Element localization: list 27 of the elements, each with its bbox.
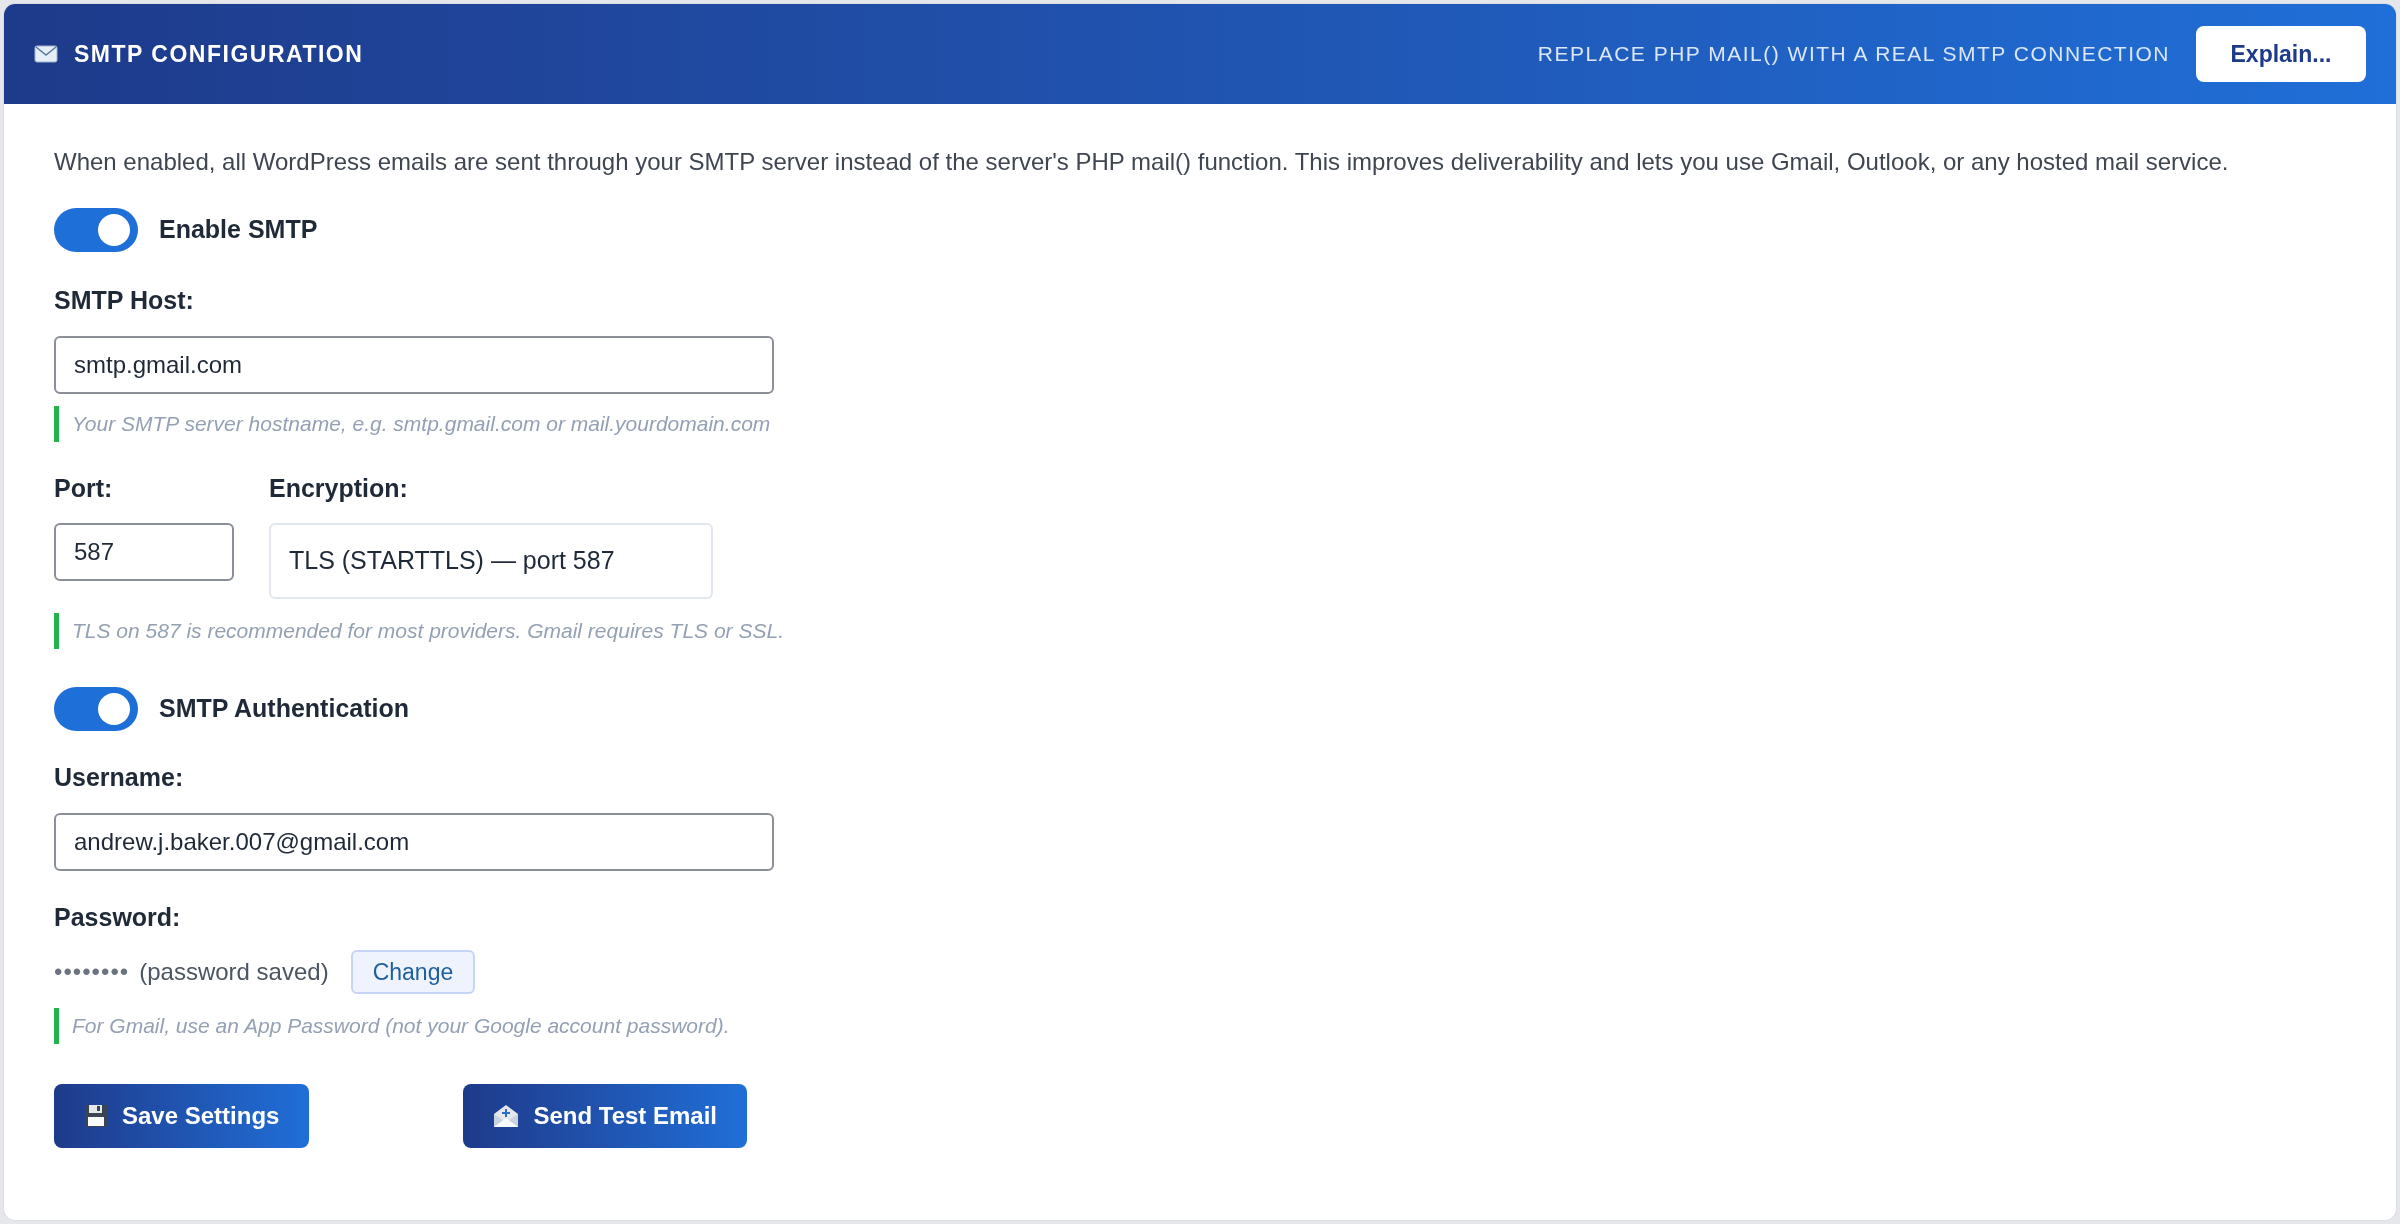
encryption-select[interactable]: TLS (STARTTLS) — port 587 xyxy=(269,523,713,599)
panel-tagline: REPLACE PHP MAIL() WITH A REAL SMTP CONNECTION xyxy=(1537,41,2170,68)
field-label: Port: xyxy=(54,472,114,504)
hint-text: Your SMTP server hostname, e.g. smtp.gmail.com or mail.yourdomain.com xyxy=(72,410,771,437)
hint-text: For Gmail, use an App Password (not your Google account password). xyxy=(72,1013,730,1040)
field-label: Encryption: xyxy=(269,472,409,504)
username-input[interactable]: andrew.j.baker.007@gmail.com xyxy=(54,812,774,871)
hint-text: TLS on 587 is recommended for most providers. Gmail requires TLS or SSL. xyxy=(72,618,784,645)
field-label: Username: xyxy=(54,762,185,793)
toggle-label: SMTP Authentication xyxy=(159,693,409,725)
explain-button[interactable]: Explain... xyxy=(2196,26,2366,82)
save-settings-button[interactable]: Save Settings xyxy=(54,1084,310,1148)
toggle-switch[interactable] xyxy=(54,687,138,731)
password-status: (password saved) xyxy=(139,957,329,987)
description-text: When enabled, all WordPress emails are sent through your SMTP server instead of the server's PHP mail() function. This improves deliverability and lets you use Gmail, Outlook, or any hosted mail service. xyxy=(54,147,2230,177)
field-label: Password: xyxy=(54,901,182,933)
envelope-icon xyxy=(493,1104,520,1128)
envelope-icon xyxy=(34,45,58,63)
password-mask: •••••••• xyxy=(54,957,130,987)
host-input[interactable]: smtp.gmail.com xyxy=(54,335,774,394)
toggle-label: Enable SMTP xyxy=(159,214,318,246)
send-test-email-button[interactable]: Send Test Email xyxy=(463,1084,747,1148)
toggle-switch[interactable] xyxy=(54,208,138,252)
panel-title: SMTP CONFIGURATION xyxy=(74,39,364,69)
field-label: SMTP Host: xyxy=(54,285,195,316)
port-input[interactable]: 587 xyxy=(54,523,234,581)
change-button[interactable]: Change xyxy=(350,950,476,994)
